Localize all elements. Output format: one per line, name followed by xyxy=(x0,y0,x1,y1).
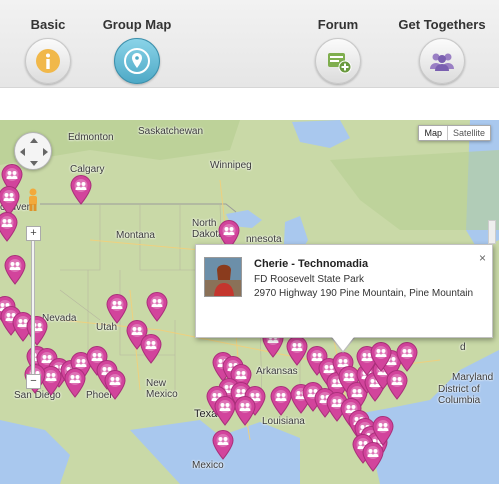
info-window-pointer xyxy=(332,337,354,351)
member-marker-icon[interactable] xyxy=(64,368,86,398)
label-winnipeg: Winnipeg xyxy=(210,160,252,171)
label-saskatchewan: Saskatchewan xyxy=(138,126,204,137)
label-d: d xyxy=(460,342,466,353)
tab-get-togethers-label: Get Togethers xyxy=(398,17,486,32)
member-marker-icon[interactable] xyxy=(370,342,392,372)
label-mexico: Mexico xyxy=(192,460,224,471)
label-montana: Montana xyxy=(116,230,155,241)
tab-get-togethers[interactable]: Get Togethers xyxy=(386,0,498,88)
member-marker-icon[interactable] xyxy=(70,175,92,205)
member-marker-icon[interactable] xyxy=(362,442,384,472)
tab-group-map[interactable]: Group Map xyxy=(89,0,185,88)
close-icon[interactable]: × xyxy=(479,251,486,265)
zoom-slider-track[interactable] xyxy=(31,226,35,376)
member-marker-icon[interactable] xyxy=(26,316,48,346)
street-view-pegman-icon[interactable] xyxy=(26,188,40,212)
member-marker-icon[interactable] xyxy=(4,255,26,285)
label-district-of-columbia: District of Columbia xyxy=(438,384,481,406)
label-louisiana: Louisiana xyxy=(262,416,305,427)
member-marker-icon[interactable] xyxy=(104,370,126,400)
pan-control[interactable] xyxy=(14,132,52,170)
map-scrollbar[interactable] xyxy=(488,220,496,244)
tab-forum[interactable]: Forum xyxy=(290,0,386,88)
member-marker-icon[interactable] xyxy=(234,396,256,426)
forum-add-icon[interactable] xyxy=(315,38,361,84)
label-calgary: Calgary xyxy=(70,164,105,175)
tab-forum-label: Forum xyxy=(317,17,359,32)
map-type-map-button[interactable]: Map xyxy=(419,126,447,140)
map-pin-icon[interactable] xyxy=(114,38,160,84)
info-icon[interactable] xyxy=(25,38,71,84)
member-marker-icon[interactable] xyxy=(0,212,18,242)
info-place-name: FD Roosevelt State Park xyxy=(254,274,365,285)
label-new-mexico: New Mexico xyxy=(146,378,178,400)
member-marker-icon[interactable] xyxy=(146,292,168,322)
people-group-icon[interactable] xyxy=(419,38,465,84)
tab-bar: Basic Group Map Forum Get Togethers xyxy=(0,0,499,88)
member-marker-icon[interactable] xyxy=(372,416,394,446)
label-arkansas: Arkansas xyxy=(256,366,298,377)
member-marker-icon[interactable] xyxy=(214,396,236,426)
member-photo xyxy=(204,257,242,297)
tab-group-map-label: Group Map xyxy=(102,17,172,32)
map-type-satellite-button[interactable]: Satellite xyxy=(446,126,490,140)
member-marker-icon[interactable] xyxy=(140,334,162,364)
member-marker-icon[interactable] xyxy=(396,342,418,372)
info-window: Cherie - Technomadia FD Roosevelt State … xyxy=(195,244,493,338)
tab-basic[interactable]: Basic xyxy=(0,0,96,88)
info-address: 2970 Highway 190 Pine Mountain, Pine Mou… xyxy=(254,288,474,299)
label-edmonton: Edmonton xyxy=(68,132,114,143)
info-member-name[interactable]: Cherie - Technomadia xyxy=(254,258,368,270)
pan-arrows-icon xyxy=(20,138,48,166)
label-maryland: Maryland xyxy=(452,372,494,383)
zoom-out-button[interactable]: − xyxy=(26,374,41,389)
tab-basic-label: Basic xyxy=(30,17,66,32)
group-map[interactable]: Edmonton Saskatchewan Calgary Winnipeg N… xyxy=(0,120,499,484)
member-marker-icon[interactable] xyxy=(386,370,408,400)
member-marker-icon[interactable] xyxy=(106,294,128,324)
member-marker-icon[interactable] xyxy=(212,430,234,460)
member-marker-icon[interactable] xyxy=(270,386,292,416)
map-type-control: Map Satellite xyxy=(418,125,491,141)
zoom-in-button[interactable]: + xyxy=(26,226,41,241)
member-marker-icon[interactable] xyxy=(286,336,308,366)
